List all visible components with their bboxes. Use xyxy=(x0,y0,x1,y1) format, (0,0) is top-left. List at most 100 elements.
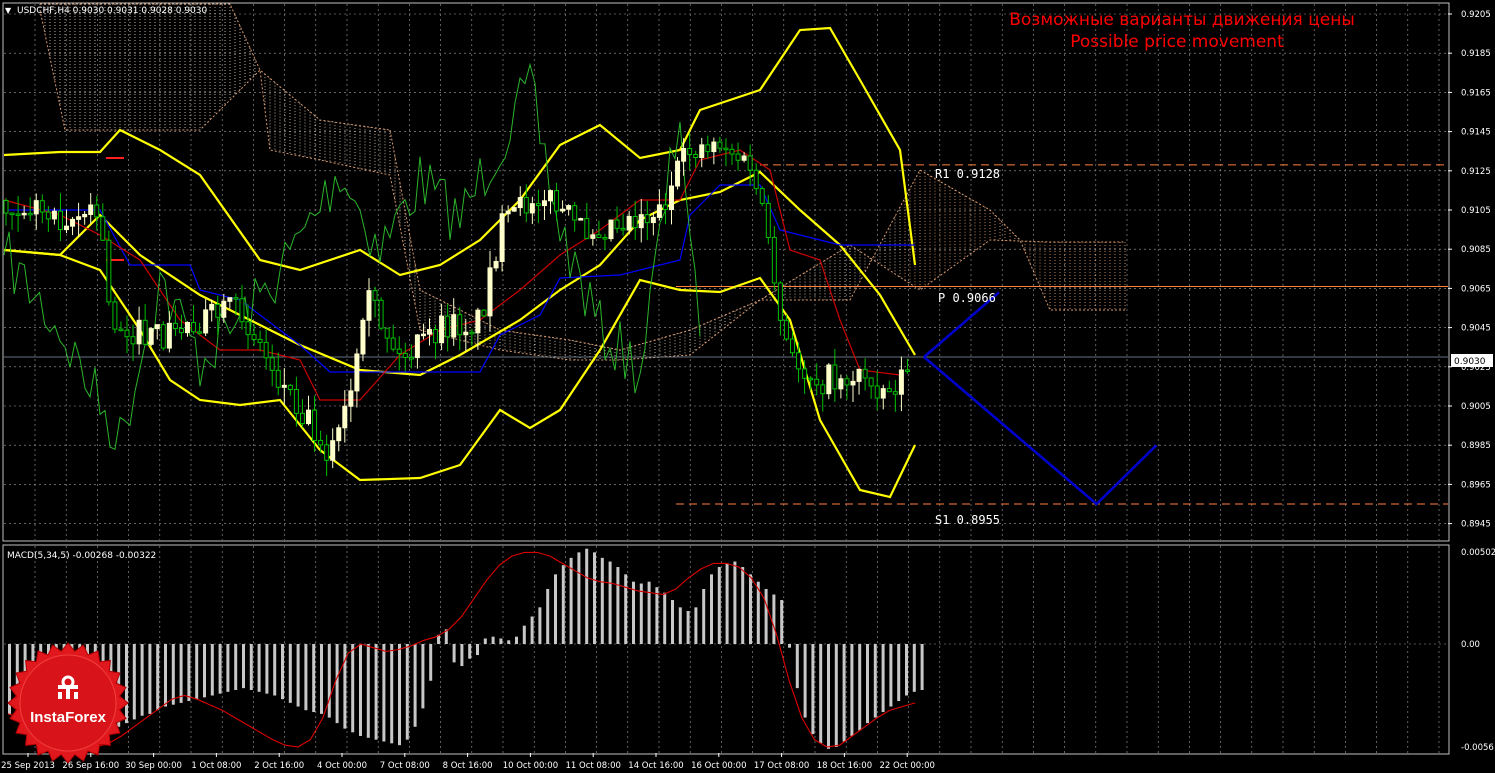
macd-bar xyxy=(281,644,284,700)
candle-body xyxy=(529,203,535,214)
macd-bar xyxy=(780,600,784,644)
candle-body xyxy=(614,219,620,229)
candle-body xyxy=(312,409,318,441)
candle-body xyxy=(904,369,910,372)
macd-bar xyxy=(858,644,862,731)
x-tick-label: 14 Oct 16:00 xyxy=(628,761,683,771)
y-tick-label: 0.9005 xyxy=(1461,402,1491,412)
macd-bar xyxy=(686,611,690,644)
candle-body xyxy=(136,319,142,345)
candle-body xyxy=(299,412,305,425)
macd-bar xyxy=(156,644,160,711)
candle-body xyxy=(735,153,741,161)
macd-bar xyxy=(507,640,511,644)
candle-body xyxy=(632,215,638,229)
candle-body xyxy=(130,336,136,345)
candle-body xyxy=(3,200,9,214)
macd-bar xyxy=(733,561,737,644)
candle-body xyxy=(856,368,862,382)
macd-bar xyxy=(749,574,752,644)
macd-bar xyxy=(468,644,472,659)
macd-bar xyxy=(920,644,924,690)
candle-body xyxy=(275,369,281,388)
candle-body xyxy=(142,319,148,345)
candle-body xyxy=(511,207,517,212)
candle-body xyxy=(814,378,820,386)
macd-bar xyxy=(702,589,706,644)
candle-body xyxy=(148,328,154,345)
macd-bar xyxy=(694,607,698,644)
candle-body xyxy=(106,239,112,303)
macd-bar xyxy=(405,644,409,740)
candle-body xyxy=(445,315,451,338)
candle-body xyxy=(566,205,572,210)
candle-body xyxy=(850,380,856,386)
candle-body xyxy=(215,303,221,318)
x-tick-label: 26 Sep 16:00 xyxy=(62,761,119,771)
macd-bar xyxy=(655,587,659,644)
candle-body xyxy=(505,210,511,215)
candle-body xyxy=(590,234,596,239)
macd-bar xyxy=(663,592,667,644)
macd-bar xyxy=(187,644,191,702)
macd-bar xyxy=(234,644,238,690)
candle-body xyxy=(408,356,414,360)
candle-body xyxy=(324,444,330,461)
macd-bar xyxy=(842,644,846,742)
candle-body xyxy=(427,329,432,335)
candle-body xyxy=(723,147,729,151)
candle-body xyxy=(759,188,765,204)
macd-bar xyxy=(460,644,464,667)
candle-body xyxy=(354,353,360,392)
x-tick-label: 2 Oct 16:00 xyxy=(254,761,304,771)
candle-body xyxy=(197,331,203,334)
logo-text: InstaForex xyxy=(30,709,107,726)
candle-body xyxy=(808,377,814,381)
candle-body xyxy=(263,341,269,359)
macd-bar xyxy=(577,552,581,644)
x-tick-label: 16 Oct 00:00 xyxy=(691,761,746,771)
candle-body xyxy=(396,348,402,354)
chart-dropdown-icon[interactable]: ▼ xyxy=(5,6,12,15)
macd-y-tick-label: 0.00 xyxy=(1461,640,1480,650)
macd-bar xyxy=(515,636,518,644)
candle-body xyxy=(51,210,57,220)
macd-bar xyxy=(390,644,394,744)
macd-bar xyxy=(866,644,869,724)
macd-bar xyxy=(678,607,682,644)
candle-body xyxy=(753,169,759,190)
macd-bar xyxy=(203,644,206,698)
x-tick-label: 4 Oct 00:00 xyxy=(317,761,367,771)
macd-bar xyxy=(351,644,355,733)
candle-body xyxy=(469,331,475,335)
macd-bar xyxy=(125,644,128,724)
candle-body xyxy=(886,388,892,393)
candle-body xyxy=(154,324,160,330)
candle-body xyxy=(777,282,783,321)
candle-body xyxy=(541,200,547,207)
candle-body xyxy=(578,218,584,221)
candle-body xyxy=(517,197,523,209)
candle-body xyxy=(675,160,681,187)
candle-body xyxy=(221,300,227,318)
macd-bar xyxy=(616,567,620,644)
candle-body xyxy=(306,409,311,425)
x-tick-label: 7 Oct 08:00 xyxy=(380,761,430,771)
macd-bar xyxy=(257,644,261,692)
s1-label: S1 0.8955 xyxy=(935,513,1000,527)
macd-bar xyxy=(795,644,799,689)
macd-bar xyxy=(429,644,433,681)
macd-bar xyxy=(593,552,596,644)
macd-bar xyxy=(710,574,713,644)
y-tick-label: 0.9125 xyxy=(1461,167,1491,177)
candle-body xyxy=(535,203,541,207)
y-tick-label: 0.9165 xyxy=(1461,88,1491,98)
candle-body xyxy=(693,154,699,159)
macd-bar xyxy=(819,644,823,744)
candle-body xyxy=(112,301,118,330)
y-tick-label: 0.9145 xyxy=(1461,128,1491,138)
candle-body xyxy=(82,213,88,218)
candle-body xyxy=(45,211,51,220)
candle-body xyxy=(832,364,838,390)
macd-bar xyxy=(366,644,370,738)
